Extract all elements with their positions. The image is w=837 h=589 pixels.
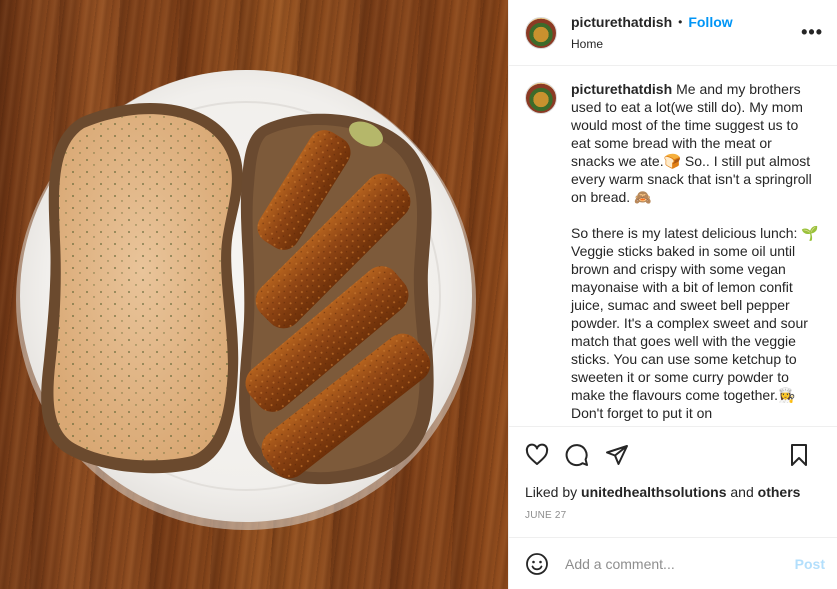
- instagram-post: picturethatdish • Follow Home ••• pictur…: [0, 0, 837, 589]
- heart-icon[interactable]: [525, 443, 549, 467]
- likes-prefix: Liked by: [525, 484, 582, 500]
- liked-by-user-link[interactable]: unitedhealthsolutions: [581, 484, 726, 500]
- more-options-icon[interactable]: •••: [801, 22, 823, 43]
- caption-text: picturethatdish Me and my brothers used t…: [571, 80, 819, 426]
- username-link[interactable]: picturethatdish: [571, 14, 672, 31]
- avatar[interactable]: [525, 16, 557, 49]
- likes-line: Liked by unitedhealthsolutions and other…: [509, 484, 837, 500]
- location-link[interactable]: Home: [571, 37, 733, 51]
- caption-username-link[interactable]: picturethatdish: [571, 81, 672, 97]
- follow-button[interactable]: Follow: [688, 14, 732, 31]
- likes-conjunction: and: [726, 484, 758, 500]
- post-header: picturethatdish • Follow Home •••: [509, 0, 837, 66]
- post-date[interactable]: JUNE 27: [509, 510, 837, 521]
- post-comment-button[interactable]: Post: [795, 556, 825, 572]
- paper-plane-icon[interactable]: [605, 443, 629, 467]
- action-bar: [509, 426, 837, 482]
- caption-paragraph-1: Me and my brothers used to eat a lot(we …: [571, 81, 816, 205]
- post-photo[interactable]: [0, 0, 508, 589]
- caption-paragraph-2: So there is my latest delicious lunch: 🌱…: [571, 225, 819, 421]
- comment-form: Post: [509, 537, 837, 589]
- post-side-panel: picturethatdish • Follow Home ••• pictur…: [508, 0, 837, 589]
- caption-avatar[interactable]: [525, 82, 557, 114]
- liked-by-others-link[interactable]: others: [758, 484, 801, 500]
- caption-area: picturethatdish Me and my brothers used t…: [509, 66, 837, 426]
- food-photo-illustration: [16, 70, 476, 530]
- comment-bubble-icon[interactable]: [565, 443, 589, 467]
- comment-input[interactable]: [565, 555, 795, 572]
- header-text: picturethatdish • Follow Home: [571, 14, 733, 51]
- separator-dot: •: [678, 15, 683, 30]
- smiley-icon[interactable]: [525, 552, 549, 576]
- bookmark-icon[interactable]: [787, 443, 811, 467]
